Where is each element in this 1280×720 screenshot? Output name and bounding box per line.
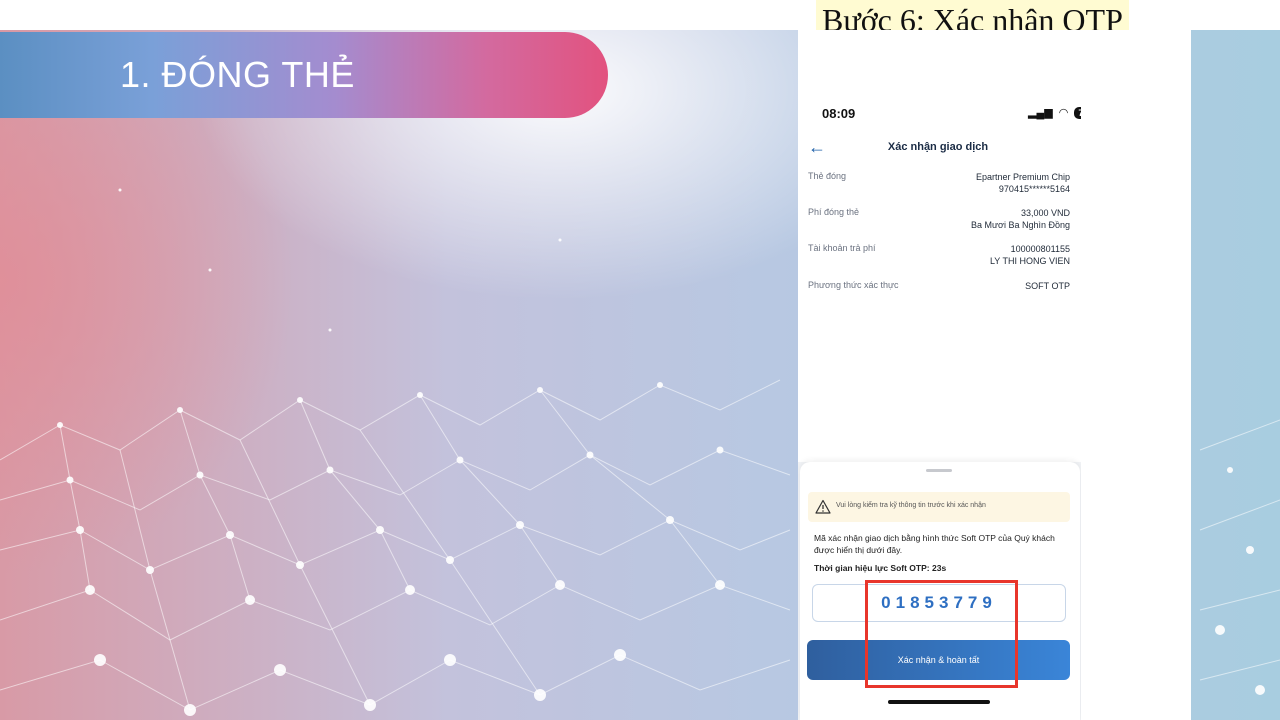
- signal-icon: ▂▄▆: [1028, 107, 1053, 119]
- otp-timer: Thời gian hiệu lực Soft OTP: 23s: [814, 563, 946, 573]
- detail-label: Phương thức xác thực: [808, 280, 899, 290]
- warning-banner: Vui lòng kiểm tra kỹ thông tin trước khi…: [808, 492, 1070, 522]
- detail-value: SOFT OTP: [1025, 281, 1070, 291]
- account-number: 100000801155: [1010, 244, 1070, 254]
- timer-label: Thời gian hiệu lực Soft OTP:: [814, 563, 930, 573]
- timer-value: 23s: [932, 563, 947, 573]
- home-indicator: [888, 700, 990, 704]
- warning-icon: [815, 499, 831, 514]
- otp-description: Mã xác nhận giao dịch bằng hình thức Sof…: [814, 533, 1055, 555]
- screen-title: Xác nhận giao dịch: [887, 141, 989, 153]
- status-time: 08:09: [822, 106, 856, 121]
- screenshot-margin: [1081, 30, 1191, 720]
- detail-label: Thẻ đóng: [808, 171, 847, 181]
- fee-in-words: Ba Mươi Ba Nghìn Đồng: [971, 220, 1070, 230]
- detail-label: Phí đóng thẻ: [808, 207, 860, 217]
- detail-label: Tài khoản trả phí: [808, 243, 876, 253]
- otp-highlight-box: [865, 580, 1018, 688]
- sheet-drag-handle[interactable]: [926, 469, 952, 472]
- card-number: 970415******5164: [998, 184, 1070, 194]
- detail-value: 33,000 VND Ba Mươi Ba Nghìn Đồng: [971, 207, 1070, 231]
- detail-value: Epartner Premium Chip 970415******5164: [976, 171, 1070, 195]
- detail-value: 100000801155 LY THI HONG VIEN: [990, 243, 1070, 267]
- fee-amount: 33,000 VND: [1020, 208, 1070, 218]
- section-title: 1. ĐÓNG THẺ: [120, 54, 355, 95]
- warning-text: Vui lòng kiểm tra kỹ thông tin trước khi…: [836, 502, 986, 509]
- account-holder: LY THI HONG VIEN: [989, 256, 1070, 266]
- card-name: Epartner Premium Chip: [975, 172, 1070, 182]
- wifi-icon: ◠: [1058, 107, 1069, 119]
